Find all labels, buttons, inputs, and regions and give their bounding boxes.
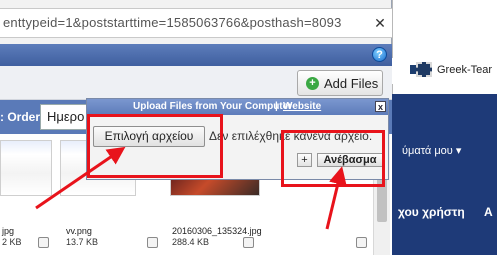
site-nav-bar: ύματά μου ▾ χου χρήστη Α <box>392 94 497 255</box>
help-icon[interactable]: ? <box>372 47 387 62</box>
url-text[interactable]: enttypeid=1&poststarttime=1585063766&pos… <box>3 15 342 30</box>
website-link[interactable]: Website <box>283 101 321 112</box>
file-thumbnail[interactable] <box>0 140 52 196</box>
file-name: vv.png <box>66 226 92 236</box>
file-checkbox[interactable] <box>147 237 158 248</box>
nav-menu-item[interactable]: ύματά μου ▾ <box>402 144 461 157</box>
annotation-box-upload <box>281 130 385 187</box>
close-icon[interactable]: ✕ <box>372 14 388 32</box>
bookmark-label[interactable]: Greek-Tear <box>437 64 492 76</box>
chevron-down-icon: ▾ <box>455 145 462 157</box>
title-separator: | <box>275 101 278 112</box>
file-name: 20160306_135324.jpg <box>172 226 262 236</box>
upload-dialog-titlebar: Upload Files from Your Computer | Websit… <box>87 99 388 115</box>
file-checkbox[interactable] <box>243 237 254 248</box>
annotation-box-choose-file <box>87 114 223 178</box>
add-icon: + <box>306 76 319 90</box>
attachments-header: ? <box>0 44 392 66</box>
address-bar[interactable]: enttypeid=1&poststarttime=1585063766&pos… <box>0 8 392 38</box>
add-files-label: Add Files <box>324 75 379 91</box>
add-files-button[interactable]: + Add Files <box>297 70 383 96</box>
file-size: 288.4 KB <box>172 237 210 247</box>
nav-section-title-cut: Α <box>484 205 493 219</box>
order-select[interactable]: Ημερο <box>40 104 90 130</box>
upload-dialog-title: Upload Files from Your Computer <box>133 101 293 112</box>
file-size: 13.7 KB <box>66 237 99 247</box>
file-name: jpg <box>2 226 15 236</box>
nav-section-title: χου χρήστη <box>398 205 465 219</box>
file-checkbox[interactable] <box>356 237 367 248</box>
file-size: 2 KB <box>2 237 22 247</box>
order-label: : Order: <box>0 110 45 124</box>
nav-menu-label: ύματά μου <box>402 145 453 157</box>
bookmarks-bar: Greek-Tear <box>392 58 497 84</box>
film-icon <box>416 62 432 77</box>
attachments-toolbar: + Add Files <box>0 66 392 100</box>
file-checkbox[interactable] <box>38 237 49 248</box>
close-icon[interactable]: x <box>375 101 386 112</box>
